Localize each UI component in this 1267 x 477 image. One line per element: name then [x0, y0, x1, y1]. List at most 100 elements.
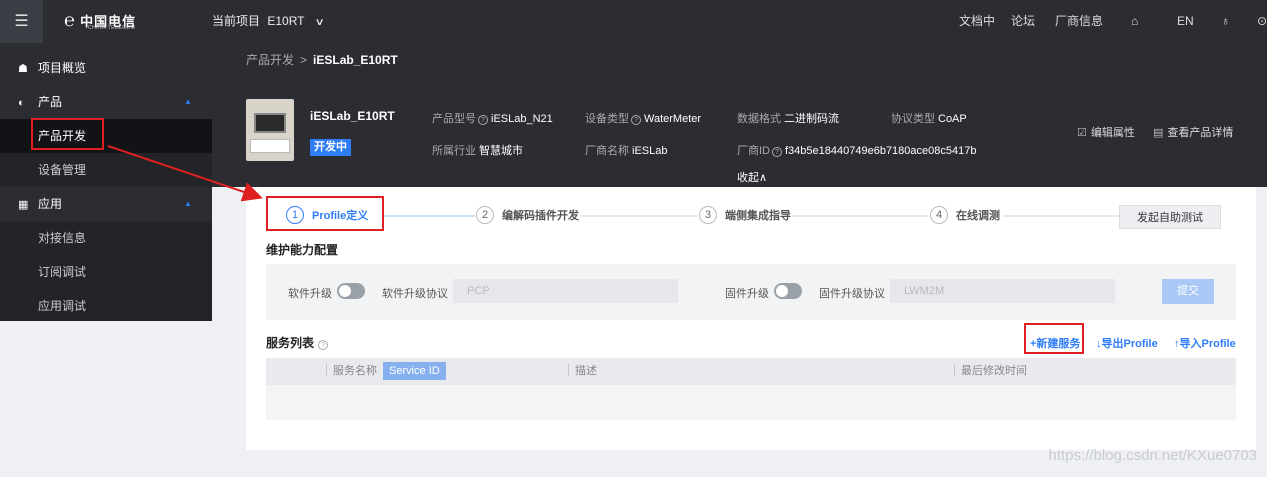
sidebar-item-label: 应用	[38, 197, 63, 211]
nav-vendor[interactable]: 厂商信息	[1055, 0, 1105, 43]
firmware-upgrade-toggle[interactable]	[774, 283, 802, 299]
meta-industry: 所属行业 智慧城市	[432, 142, 523, 158]
app-icon: ▦	[18, 199, 29, 211]
export-profile-button[interactable]: ↓导出Profile	[1096, 335, 1158, 351]
edit-properties-button[interactable]: ☑ 编辑属性	[1077, 124, 1135, 140]
service-table-header: 服务名称 Service ID 描述 最后修改时间	[266, 358, 1236, 385]
software-upgrade-label: 软件升级	[288, 288, 332, 300]
chevron-down-icon: ∨	[314, 17, 325, 28]
firmware-upgrade-label: 固件升级	[725, 288, 769, 300]
detail-label: 查看产品详情	[1167, 127, 1234, 139]
meta-label: 厂商ID	[737, 145, 770, 157]
column-header-service-id: Service ID	[383, 362, 446, 380]
meta-label: 数据格式	[737, 113, 781, 125]
step-label: 端侧集成指导	[725, 210, 791, 222]
help-icon[interactable]: ?	[318, 340, 329, 350]
service-table-body	[266, 385, 1236, 420]
top-bar: ☰ ℮ 中国电信 CHINA TELECOM 当前项目 E10RT ∨ 文档中心…	[0, 0, 1267, 71]
software-upgrade-toggle[interactable]	[337, 283, 365, 299]
self-test-button[interactable]: 发起自助测试	[1119, 205, 1221, 229]
hamburger-icon[interactable]: ☰	[0, 0, 43, 43]
meta-device-type: 设备类型? WaterMeter	[585, 110, 701, 126]
edit-label: 编辑属性	[1090, 127, 1135, 139]
meta-value: iESLab_N21	[491, 113, 553, 125]
maintenance-title: 维护能力配置	[266, 243, 339, 257]
sidebar-item-app-debug[interactable]: 应用调试	[0, 289, 212, 323]
meta-value: WaterMeter	[644, 113, 702, 125]
sidebar-item-device-mgmt[interactable]: 设备管理	[0, 153, 212, 187]
product-image	[246, 99, 294, 161]
project-selector[interactable]: 当前项目 E10RT ∨	[212, 0, 325, 43]
meta-data-format: 数据格式 二进制码流	[737, 110, 839, 126]
column-label: 最后修改时间	[961, 365, 1027, 377]
help-icon[interactable]: ⊙	[1257, 0, 1267, 43]
chevron-right-icon: >	[300, 53, 308, 67]
import-profile-button[interactable]: ↑导入Profile	[1174, 335, 1236, 351]
china-telecom-logo[interactable]: ℮ 中国电信 CHINA TELECOM	[64, 10, 136, 32]
main-panel: 1 Profile定义 2 编解码插件开发 3 端侧集成指导 4 在线调测 发起自助测试…	[246, 187, 1256, 450]
status-badge: 开发中	[310, 139, 351, 156]
bell-icon[interactable]: ⌂	[1131, 0, 1145, 43]
meta-protocol: 协议类型 CoAP	[891, 110, 967, 126]
project-name: E10RT	[267, 14, 305, 28]
meta-value: CoAP	[938, 113, 967, 125]
sidebar-empty-area	[0, 321, 212, 477]
home-icon: ☗	[18, 63, 28, 75]
meta-label: 设备类型	[585, 113, 629, 125]
software-protocol-label: 软件升级协议	[382, 288, 448, 300]
service-list-title: 服务列表	[266, 336, 315, 350]
caret-up-icon: ▲	[184, 199, 192, 208]
help-icon[interactable]: ?	[478, 115, 488, 125]
meta-label: 厂商名称	[585, 145, 629, 157]
step-number: 2	[476, 206, 494, 224]
breadcrumb-parent[interactable]: 产品开发	[246, 53, 294, 67]
software-protocol-select[interactable]: PCP	[453, 279, 678, 303]
sidebar-item-overview[interactable]: ☗ 项目概览	[0, 51, 212, 85]
column-header-modified: 最后修改时间	[954, 358, 1027, 385]
step-label: 在线调测	[956, 210, 1000, 222]
meta-label: 产品型号	[432, 113, 476, 125]
meta-label: 协议类型	[891, 113, 935, 125]
nav-forum[interactable]: 论坛	[1011, 0, 1041, 43]
caret-up-icon: ▲	[184, 97, 192, 106]
sidebar-group-product[interactable]: ◐ 产品 ▲	[0, 85, 212, 119]
help-icon[interactable]: ?	[772, 147, 782, 157]
breadcrumb-current: iESLab_E10RT	[313, 53, 398, 67]
help-icon[interactable]: ?	[631, 115, 641, 125]
step-online-debug[interactable]: 4 在线调测	[930, 205, 1000, 227]
firmware-protocol-label: 固件升级协议	[819, 288, 885, 300]
firmware-protocol-select[interactable]: LWM2M	[890, 279, 1115, 303]
sidebar-item-subscription[interactable]: 订阅调试	[0, 255, 212, 289]
view-details-button[interactable]: ▤ 查看产品详情	[1153, 124, 1233, 140]
annotation-box-new-service	[1024, 323, 1084, 354]
step-integration[interactable]: 3 端侧集成指导	[699, 205, 791, 227]
step-connector	[1003, 215, 1119, 217]
annotation-box-step	[266, 196, 384, 231]
language-switch[interactable]: EN	[1177, 0, 1197, 43]
product-header: iESLab_E10RT 开发中 产品型号? iESLab_N21 设备类型? Wa…	[212, 77, 1267, 187]
sidebar-item-label: 项目概览	[38, 61, 87, 75]
annotation-box-sidebar	[31, 118, 104, 150]
meta-value: iESLab	[632, 145, 668, 157]
user-icon[interactable]: ♁	[1221, 0, 1235, 43]
step-connector	[792, 215, 928, 217]
meta-model: 产品型号? iESLab_N21	[432, 110, 553, 126]
breadcrumb: 产品开发 > iESLab_E10RT	[212, 43, 1267, 77]
meta-label: 所属行业	[432, 145, 476, 157]
sidebar-item-label: 产品	[38, 95, 63, 109]
edit-icon: ☑	[1077, 127, 1087, 139]
document-icon: ▤	[1153, 127, 1164, 139]
step-connector	[580, 215, 698, 217]
column-label: 描述	[575, 365, 597, 377]
submit-button[interactable]: 提交	[1162, 279, 1214, 304]
step-number: 3	[699, 206, 717, 224]
sidebar-group-app[interactable]: ▦ 应用 ▲	[0, 187, 212, 221]
maintenance-config: 软件升级 软件升级协议 PCP 固件升级 固件升级协议 LWM2M 提交	[266, 264, 1236, 320]
step-codec[interactable]: 2 编解码插件开发	[476, 205, 579, 227]
product-icon: ◐	[18, 97, 25, 109]
watermark: https://blog.csdn.net/KXue0703	[1048, 447, 1257, 464]
step-label: 编解码插件开发	[502, 210, 579, 222]
collapse-toggle[interactable]: 收起∧	[717, 170, 787, 187]
logo-glyph: ℮	[64, 10, 75, 30]
sidebar-item-integration[interactable]: 对接信息	[0, 221, 212, 255]
